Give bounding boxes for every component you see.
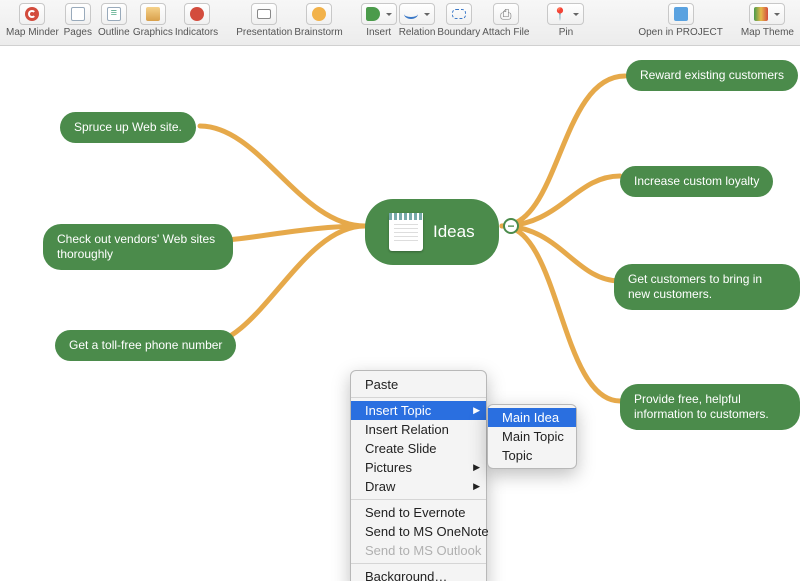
tb-relation[interactable]: Relation [399,3,436,38]
notepad-icon [389,213,423,251]
ctx-paste[interactable]: Paste [351,375,486,394]
ctx-insert-relation[interactable]: Insert Relation [351,420,486,439]
mindmap-canvas[interactable]: Ideas − Spruce up Web site. Check out ve… [0,46,800,581]
ctx-separator [351,397,486,398]
ctx-insert-topic[interactable]: Insert Topic [351,401,486,420]
right-node-3[interactable]: Provide free, helpful information to cus… [620,384,800,430]
pages-icon [71,7,85,21]
node-label: Provide free, helpful information to cus… [634,392,786,422]
tb-map-minder[interactable]: Map Minder [6,3,59,38]
toolbar-group-pin: 📍 Pin [547,3,584,38]
tb-label: Brainstorm [294,27,342,38]
ctx-background[interactable]: Background… [351,567,486,581]
paperclip-icon: ⎙ [500,7,511,21]
tb-graphics[interactable]: Graphics [133,3,173,38]
tb-label: Attach File [482,27,529,38]
tb-boundary[interactable]: Boundary [437,3,480,38]
context-submenu-insert-topic[interactable]: Main Idea Main Topic Topic [487,404,577,469]
relation-icon [404,9,418,19]
tb-label: Insert [366,27,391,38]
right-node-2[interactable]: Get customers to bring in new customers. [614,264,800,310]
node-label: Check out vendors' Web sites thoroughly [57,232,219,262]
node-label: Spruce up Web site. [74,120,182,135]
node-label: Reward existing customers [640,68,784,83]
tb-label: Outline [98,27,130,38]
tb-map-theme[interactable]: Map Theme [741,3,794,38]
ctx-separator [351,563,486,564]
ctx-create-slide[interactable]: Create Slide [351,439,486,458]
tb-label: Pages [64,27,92,38]
center-node-label: Ideas [433,221,475,242]
project-icon [674,7,688,21]
ctx-sub-topic[interactable]: Topic [488,446,576,465]
center-node[interactable]: Ideas [365,199,499,265]
ctx-sub-main-topic[interactable]: Main Topic [488,427,576,446]
toolbar: Map Minder Pages Outline Graphics Indica… [0,0,800,46]
theme-icon [754,7,768,21]
collapse-toggle[interactable]: − [503,218,519,234]
tb-attach-file[interactable]: ⎙ Attach File [482,3,529,38]
right-node-0[interactable]: Reward existing customers [626,60,798,91]
node-label: Get customers to bring in new customers. [628,272,786,302]
tb-label: Map Theme [741,27,794,38]
node-label: Increase custom loyalty [634,174,759,189]
tb-presentation[interactable]: Presentation [236,3,292,38]
ctx-draw[interactable]: Draw [351,477,486,496]
tb-indicators[interactable]: Indicators [175,3,218,38]
tb-label: Graphics [133,27,173,38]
node-label: Get a toll-free phone number [69,338,222,353]
insert-icon [366,7,380,21]
tb-outline[interactable]: Outline [97,3,131,38]
tb-insert[interactable]: Insert [361,3,397,38]
tb-label: Open in PROJECT [638,27,722,38]
presentation-icon [257,9,271,19]
toolbar-group-insert: Insert Relation Boundary ⎙ Attach File [361,3,530,38]
ctx-send-outlook: Send to MS Outlook [351,541,486,560]
tb-label: Indicators [175,27,218,38]
context-menu[interactable]: Paste Insert Topic Insert Relation Creat… [350,370,487,581]
right-node-1[interactable]: Increase custom loyalty [620,166,773,197]
left-node-1[interactable]: Check out vendors' Web sites thoroughly [43,224,233,270]
toolbar-group-present: Presentation Brainstorm [236,3,343,38]
ctx-sub-main-idea[interactable]: Main Idea [488,408,576,427]
toolbar-group-theme: Map Theme [741,3,794,38]
ctx-separator [351,499,486,500]
tb-label: Map Minder [6,27,59,38]
left-node-0[interactable]: Spruce up Web site. [60,112,196,143]
tb-pages[interactable]: Pages [61,3,95,38]
tb-open-project[interactable]: Open in PROJECT [638,3,722,38]
ctx-send-evernote[interactable]: Send to Evernote [351,503,486,522]
toolbar-group-project: Open in PROJECT [638,3,722,38]
indicators-icon [190,7,204,21]
tb-label: Presentation [236,27,292,38]
map-minder-icon [25,7,39,21]
outline-icon [107,7,121,21]
tb-label: Pin [559,27,573,38]
tb-label: Relation [399,27,436,38]
left-node-2[interactable]: Get a toll-free phone number [55,330,236,361]
tb-brainstorm[interactable]: Brainstorm [294,3,342,38]
pin-icon: 📍 [552,7,567,21]
brainstorm-icon [312,7,326,21]
tb-pin[interactable]: 📍 Pin [547,3,584,38]
boundary-icon [452,9,466,19]
toolbar-group-view: Map Minder Pages Outline Graphics Indica… [6,3,218,38]
graphics-icon [146,7,160,21]
ctx-pictures[interactable]: Pictures [351,458,486,477]
tb-label: Boundary [437,27,480,38]
ctx-send-onenote[interactable]: Send to MS OneNote [351,522,486,541]
